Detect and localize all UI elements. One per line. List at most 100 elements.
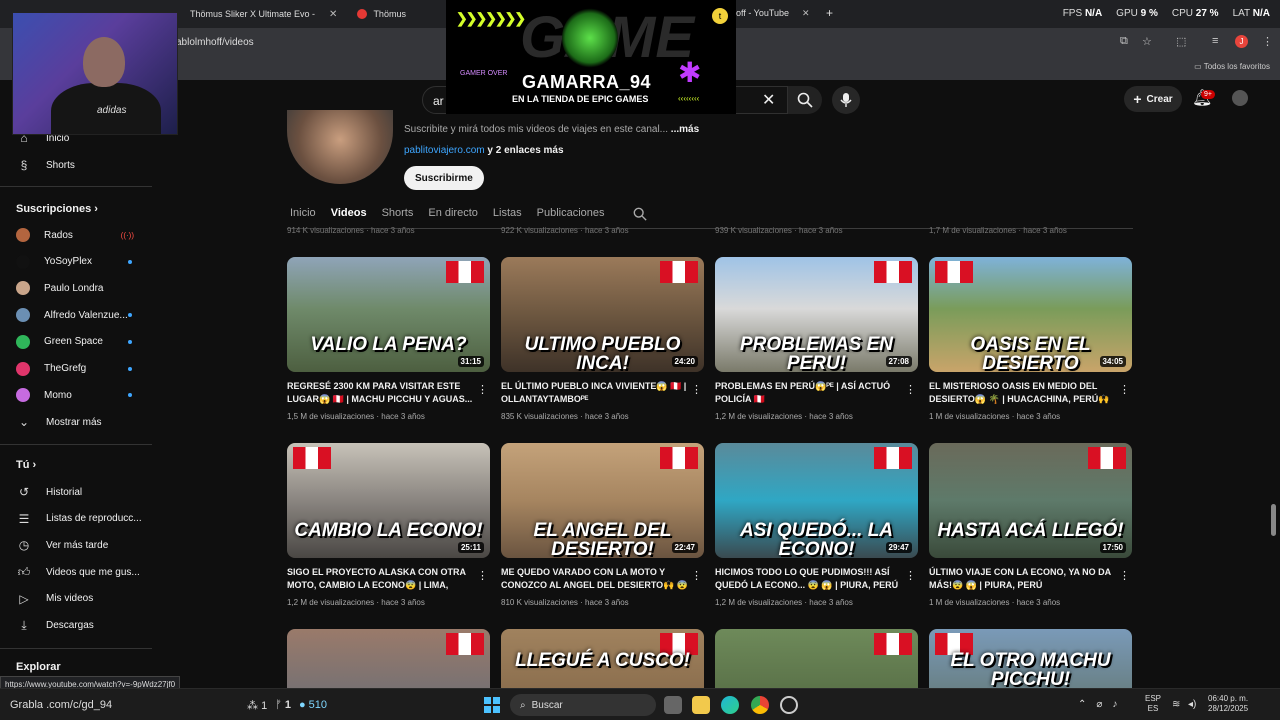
sidebar-item-you[interactable]: 👍︎ Videos que me gus... [16,562,146,582]
browser-tab-2[interactable]: Thömus [347,0,416,28]
channel-description[interactable]: Suscribite y mirá todos mis videos de vi… [404,124,699,135]
video-title[interactable]: SIGO EL PROYECTO ALASKA CON OTRA MOTO, C… [287,566,475,592]
video-card[interactable] [287,629,490,688]
video-thumbnail[interactable]: ULTIMO PUEBLO INCA! 24:20 [501,257,704,372]
video-card[interactable]: LLEGUÉ A CUSCO! [501,629,704,688]
chrome-icon[interactable] [751,696,769,714]
video-card[interactable]: OASIS EN EL DESIERTO 34:05 EL MISTERIOSO O… [929,257,1132,421]
clock[interactable]: 06:40 p. m. 28/12/2025 [1208,694,1248,714]
search-input[interactable]: ar [433,94,444,108]
sidebar-item-subscription[interactable]: YoSoyPlex [16,252,146,272]
channel-tab[interactable]: Inicio [290,207,316,219]
channel-tab[interactable]: Listas [493,207,522,219]
more-options-icon[interactable]: ⋮ [905,569,916,582]
video-card[interactable]: PROBLEMAS EN PERU! 27:08 PROBLEMAS EN PERÚ… [715,257,918,421]
edge-icon[interactable] [721,696,739,714]
show-more-button[interactable]: ⌄ Mostrar más [16,412,146,432]
sidebar-item-you[interactable]: ⤓ Descargas [16,616,146,636]
video-thumbnail[interactable]: CAMBIO LA ECONO! 25:11 [287,443,490,558]
channel-avatar[interactable] [287,110,393,184]
video-card[interactable]: EL OTRO MACHU PICCHU! [929,629,1132,688]
you-heading[interactable]: Tú › [16,459,36,471]
subscribe-button[interactable]: Suscribirme [404,166,484,190]
taskbar-search[interactable]: ⌕ Buscar [510,694,656,716]
search-icon[interactable] [633,207,647,221]
video-title[interactable]: EL ÚLTIMO PUEBLO INCA VIVIENTE😱 🇵🇪 | OLL… [501,380,689,406]
more-options-icon[interactable]: ⋮ [477,383,488,396]
video-thumbnail[interactable]: PROBLEMAS EN PERU! 27:08 [715,257,918,372]
sidebar-item-shorts[interactable]: § Shorts [16,155,146,175]
wifi-icon[interactable]: ≋ [1172,699,1180,710]
sidebar-item-you[interactable]: ☰ Listas de reproducc... [16,509,146,529]
video-thumbnail[interactable]: ASI QUEDÓ... LA ECONO! 29:47 [715,443,918,558]
video-title[interactable]: ME QUEDO VARADO CON LA MOTO Y CONOZCO AL… [501,566,689,592]
more-options-icon[interactable]: ⋮ [1119,383,1130,396]
sidebar-item-subscription[interactable]: Momo [16,385,146,405]
sidebar-item-subscription[interactable]: Alfredo Valenzue... [16,305,146,325]
voice-search-button[interactable] [832,86,860,114]
new-tab-icon[interactable]: + [826,6,833,20]
more-options-icon[interactable]: ⋮ [691,383,702,396]
channel-tab[interactable]: Videos [331,207,367,219]
video-title[interactable]: ÚLTIMO VIAJE CON LA ECONO, YA NO DA MÁS!… [929,566,1117,592]
video-thumbnail[interactable]: EL OTRO MACHU PICCHU! [929,629,1132,688]
scrollbar-thumb[interactable] [1271,504,1276,536]
video-title[interactable]: EL MISTERIOSO OASIS EN MEDIO DEL DESIERT… [929,380,1117,406]
language-indicator[interactable]: ESP ES [1145,694,1161,714]
sidebar-item-subscription[interactable]: Paulo Londra [16,278,146,298]
volume-icon[interactable]: ◂) [1188,699,1196,710]
sidebar-item-you[interactable]: ◷ Ver más tarde [16,535,146,555]
file-explorer-icon[interactable] [692,696,710,714]
close-icon[interactable]: ✕ [802,8,810,19]
windows-start-icon[interactable] [484,697,500,713]
sidebar-item-subscription[interactable]: Rados ((·)) [16,225,146,245]
all-bookmarks-button[interactable]: ▭ Todos los favoritos [1194,62,1270,71]
video-thumbnail[interactable]: EL ANGEL DEL DESIERTO! 22:47 [501,443,704,558]
channel-tab[interactable]: En directo [428,207,478,219]
video-thumbnail[interactable] [715,629,918,688]
mic-icon[interactable]: ♪ [1112,699,1117,710]
video-title[interactable]: HICIMOS TODO LO QUE PUDIMOS!!! ASÍ QUEDÓ… [715,566,903,592]
clear-icon[interactable]: ✕ [762,90,775,110]
more-options-icon[interactable]: ⋮ [477,569,488,582]
close-icon[interactable]: ✕ [329,9,337,20]
obs-icon[interactable] [780,696,798,714]
account-avatar[interactable] [1232,90,1248,106]
video-card[interactable]: ASI QUEDÓ... LA ECONO! 29:47 HICIMOS TODO … [715,443,918,607]
video-title[interactable]: PROBLEMAS EN PERÚ😱ᴾᴱ | ASÍ ACTUÓ POLICÍA… [715,380,903,406]
video-card[interactable]: VALIO LA PENA? 31:15 REGRESÉ 2300 KM PARA … [287,257,490,421]
video-card[interactable]: CAMBIO LA ECONO! 25:11 SIGO EL PROYECTO AL… [287,443,490,607]
channel-tab[interactable]: Shorts [382,207,414,219]
sidebar-item-subscription[interactable]: Green Space [16,332,146,352]
video-thumbnail[interactable]: VALIO LA PENA? 31:15 [287,257,490,372]
more-options-icon[interactable]: ⋮ [691,569,702,582]
channel-links[interactable]: pablitoviajero.com y 2 enlaces más [404,145,564,156]
subscriptions-heading[interactable]: Suscripciones › [16,203,98,215]
chevron-up-icon[interactable]: ⌃ [1078,699,1086,710]
video-card[interactable]: EL ANGEL DEL DESIERTO! 22:47 ME QUEDO VARA… [501,443,704,607]
star-icon[interactable]: ☆ [1142,35,1152,48]
video-card[interactable]: HASTA ACÁ LLEGÓ! 17:50 ÚLTIMO VIAJE CON LA… [929,443,1132,607]
video-card[interactable] [715,629,918,688]
create-button[interactable]: + Crear [1124,86,1182,112]
video-thumbnail[interactable] [287,629,490,688]
task-view-icon[interactable] [664,696,682,714]
video-thumbnail[interactable]: LLEGUÉ A CUSCO! [501,629,704,688]
video-card[interactable]: ULTIMO PUEBLO INCA! 24:20 EL ÚLTIMO PUEBLO… [501,257,704,421]
channel-tab[interactable]: Publicaciones [537,207,605,219]
network-off-icon[interactable]: ⌀ [1096,699,1102,710]
menu-icon[interactable]: ⋮ [1262,35,1273,48]
profile-avatar[interactable]: J [1235,35,1248,48]
search-button[interactable] [788,86,822,114]
browser-tab-youtube[interactable]: off - YouTube ✕ + [736,6,833,20]
browser-tab-1[interactable]: Thömus Sliker X Ultimate Evo - ✕ [180,0,347,28]
sidebar-item-subscription[interactable]: TheGrefg [16,359,146,379]
cast-icon[interactable]: ⧉ [1120,35,1128,48]
extensions-icon[interactable]: ⬚ [1176,35,1186,48]
video-thumbnail[interactable]: OASIS EN EL DESIERTO 34:05 [929,257,1132,372]
video-title[interactable]: REGRESÉ 2300 KM PARA VISITAR ESTE LUGAR😱… [287,380,475,406]
url-text[interactable]: ablolmhoff/videos [176,37,254,48]
sidebar-item-you[interactable]: ↺ Historial [16,482,146,502]
more-options-icon[interactable]: ⋮ [1119,569,1130,582]
reading-list-icon[interactable]: ≡ [1212,35,1218,47]
